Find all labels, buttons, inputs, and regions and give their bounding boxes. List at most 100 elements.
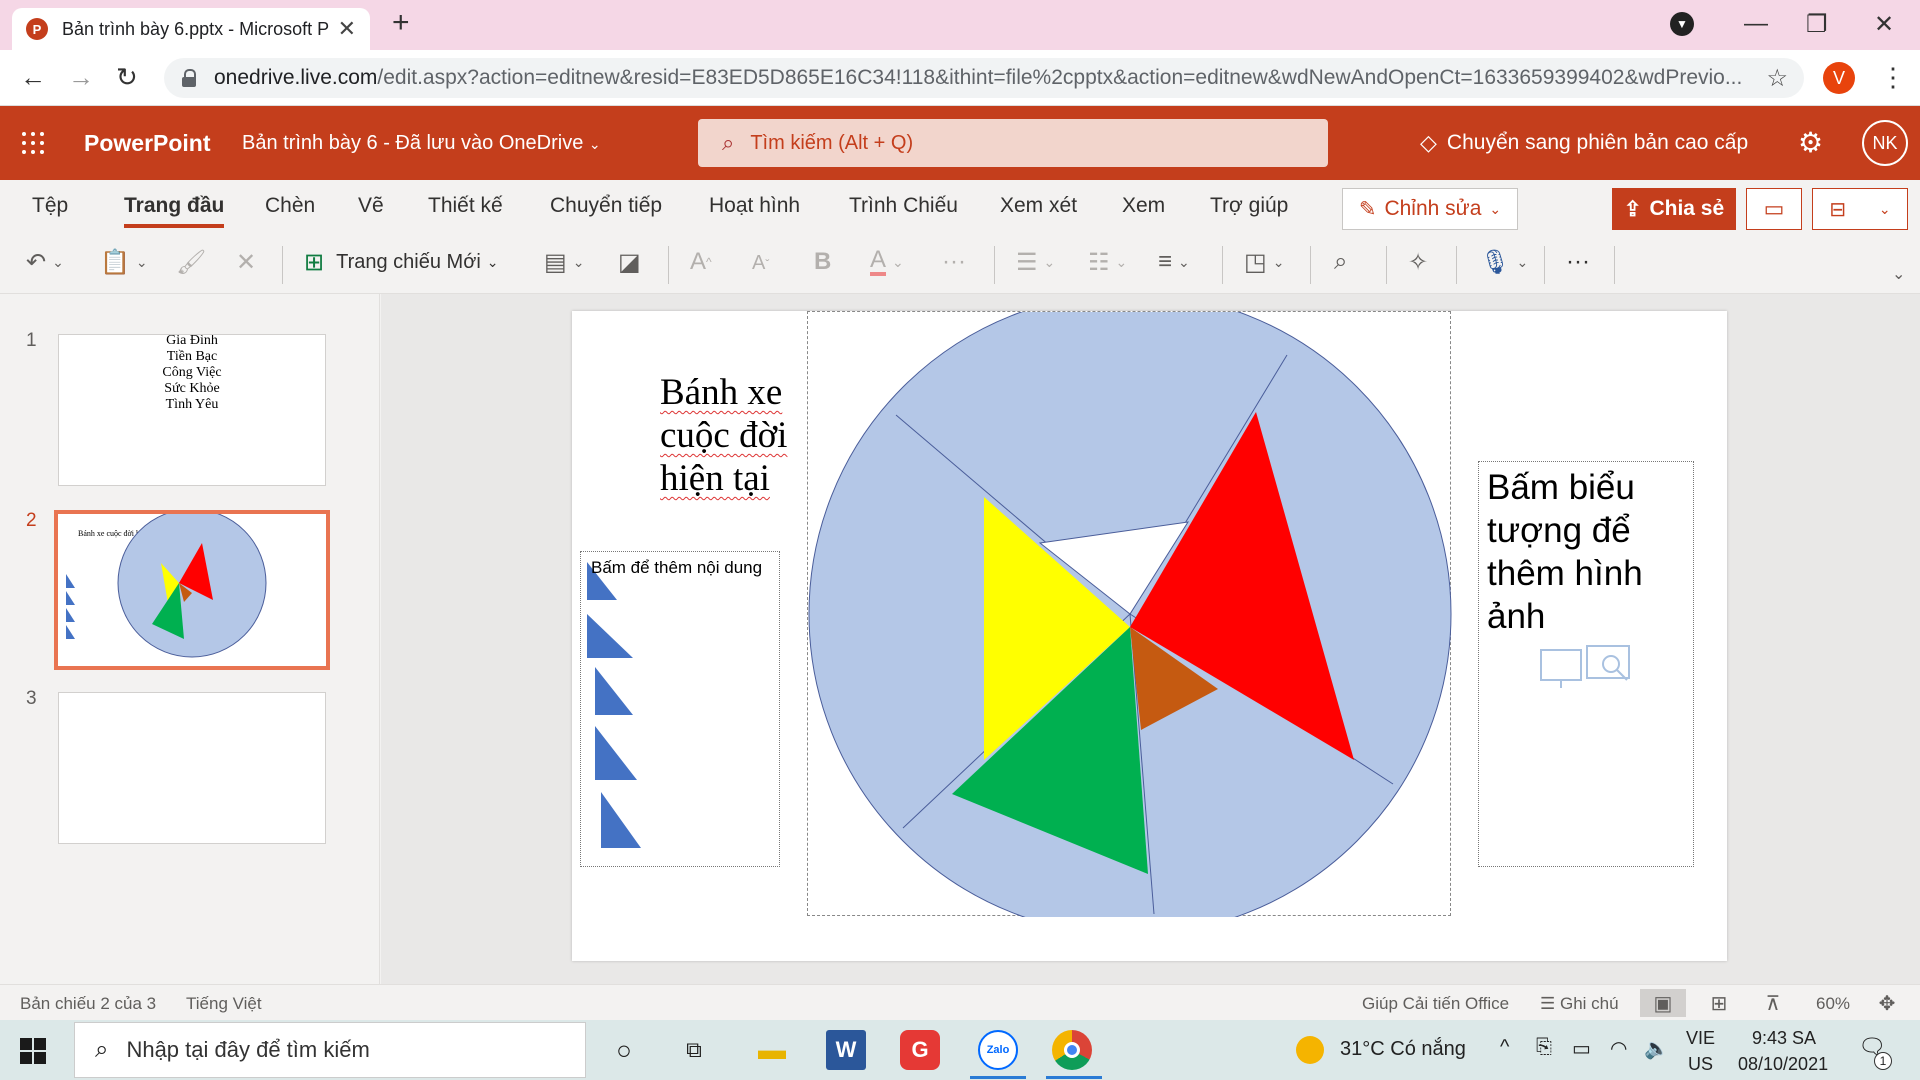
insert-picture-icon[interactable] [1537,642,1637,692]
taskbar-search-input[interactable]: ⌕ Nhập tại đây để tìm kiếm [74,1022,586,1078]
clock-time[interactable]: 9:43 SA [1752,1028,1816,1049]
undo-button[interactable]: ↶ ⌄ [26,248,64,277]
tab-close-icon[interactable]: ✕ [338,16,356,42]
weather-text[interactable]: 31°C Có nắng [1340,1038,1466,1061]
picture-placeholder[interactable]: Bấm biểu tượng để thêm hình ảnh [1478,461,1694,867]
edit-mode-button[interactable]: ✎ Chỉnh sửa ⌄ [1342,188,1518,230]
cortana-icon[interactable]: ○ [604,1030,644,1070]
slide-title[interactable]: Bánh xe cuộc đời hiện tại [660,371,787,500]
tab-view[interactable]: Xem [1122,194,1165,218]
more-font-options-button[interactable]: ··· [942,248,966,276]
word-icon[interactable]: W [826,1030,866,1070]
feedback-link[interactable]: Giúp Cải tiến Office [1362,994,1509,1014]
language-status[interactable]: Tiếng Việt [186,994,262,1014]
tab-review[interactable]: Xem xét [1000,194,1077,218]
user-avatar[interactable]: NK [1862,120,1908,166]
format-painter-button[interactable]: 🖌 [176,248,206,277]
input-language-bottom[interactable]: US [1688,1054,1713,1075]
document-title[interactable]: Bản trình bày 6 - Đã lưu vào OneDrive ⌄ [242,132,601,155]
slide-number: 2 [26,510,37,531]
content-placeholder[interactable]: Bấm để thêm nội dung [580,551,780,867]
tab-help[interactable]: Trợ giúp [1210,194,1288,218]
meet-now-icon[interactable]: ⎘ [1536,1036,1552,1059]
minimize-button[interactable]: — [1744,10,1768,38]
paste-button[interactable]: 📋 ⌄ [100,248,148,277]
more-commands-button[interactable]: ··· [1566,248,1590,276]
new-tab-button[interactable]: + [392,6,410,40]
slide-thumbnail-2[interactable]: Bánh xe cuộc đời hiện tại [54,510,330,670]
slide-sorter-button[interactable]: ⊞ [1696,989,1742,1017]
battery-icon[interactable]: ▭ [1572,1036,1591,1061]
garena-icon[interactable]: G [900,1030,940,1070]
file-explorer-icon[interactable]: ▬ [752,1030,792,1070]
back-arrow-icon[interactable]: ← [20,62,46,93]
address-bar: ← → ↻ onedrive.live.com/edit.aspx?action… [0,50,1920,106]
shrink-font-button[interactable]: Aˇ [752,252,769,275]
chrome-icon[interactable] [1052,1030,1092,1070]
close-window-button[interactable]: ✕ [1874,10,1894,39]
shapes-button[interactable]: ◳ ⌄ [1244,248,1284,277]
present-button[interactable]: ⊟ ⌄ [1812,188,1908,230]
share-button[interactable]: ⇪ Chia sẻ [1612,188,1736,230]
ribbon-collapse-icon[interactable]: ⌄ [1892,264,1905,284]
align-button[interactable]: ≡ ⌄ [1158,248,1190,276]
tab-slideshow[interactable]: Trình Chiếu [849,194,958,218]
numbering-button[interactable]: ☷ ⌄ [1088,248,1127,277]
tab-transitions[interactable]: Chuyển tiếp [550,194,662,218]
delete-button[interactable]: ✕ [236,248,256,277]
layout-button[interactable]: ▤ ⌄ [544,248,584,277]
premium-upgrade-link[interactable]: ◇ Chuyển sang phiên bản cao cấp [1420,130,1748,156]
browser-tab[interactable]: P Bản trình bày 6.pptx - Microsoft P ✕ [12,8,370,50]
bookmark-star-icon[interactable]: ☆ [1766,64,1788,93]
normal-view-button[interactable]: ▣ [1640,989,1686,1017]
zoom-level[interactable]: 60% [1816,994,1850,1014]
fit-to-window-button[interactable]: ✥ [1864,989,1910,1017]
slide-editor[interactable]: Bánh xe cuộc đời hiện tại Bấm để thêm nộ… [572,292,1727,961]
designer-button[interactable]: ✧ [1408,248,1428,277]
tab-animations[interactable]: Hoạt hình [709,194,800,218]
status-bar: Bản chiếu 2 của 3 Tiếng Việt Giúp Cải ti… [0,984,1920,1020]
reading-view-button[interactable]: ⊼ [1750,989,1796,1017]
tab-file[interactable]: Tệp [32,194,68,218]
tab-search-icon[interactable]: ▼ [1670,12,1694,36]
chevron-up-icon[interactable]: ^ [1500,1036,1509,1059]
undo-icon: ↶ [26,249,47,276]
bold-button[interactable]: B [814,248,831,276]
input-language-top[interactable]: VIE [1686,1028,1715,1049]
background-button[interactable]: ◪ [618,248,641,277]
clock-date[interactable]: 08/10/2021 [1738,1054,1828,1075]
comment-button[interactable]: ▭ [1746,188,1802,230]
settings-gear-icon[interactable]: ⚙ [1798,126,1823,159]
zalo-icon[interactable]: Zalo [978,1030,1018,1070]
wifi-icon[interactable]: ◠ [1610,1036,1627,1061]
app-name[interactable]: PowerPoint [84,130,211,157]
dictate-button[interactable]: 🎙 ⌄ [1480,248,1528,277]
reload-icon[interactable]: ↻ [116,62,138,93]
url-field[interactable]: onedrive.live.com/edit.aspx?action=editn… [164,58,1804,98]
task-view-icon[interactable]: ⧉ [674,1030,714,1070]
search-input[interactable]: ⌕ Tìm kiếm (Alt + Q) [698,119,1328,167]
volume-icon[interactable]: 🔈 [1644,1036,1669,1061]
notes-toggle[interactable]: ☰ Ghi chú [1540,994,1619,1014]
slide-thumbnail-3[interactable] [58,692,326,844]
forward-arrow-icon[interactable]: → [68,62,94,93]
search-placeholder: Tìm kiếm (Alt + Q) [750,131,914,154]
tab-design[interactable]: Thiết kế [428,194,503,218]
tab-home[interactable]: Trang đầu [124,194,225,228]
grow-font-button[interactable]: A ^ [690,248,712,276]
wheel-group-frame[interactable] [807,292,1452,936]
new-slide-button[interactable]: ⊞ Trang chiếu Mới ⌄ [304,248,499,277]
x-icon: ✕ [236,249,257,276]
windows-start-icon[interactable] [20,1038,46,1064]
app-launcher-icon[interactable] [22,132,44,154]
restore-button[interactable]: ❐ [1806,10,1828,39]
tab-draw[interactable]: Vẽ [358,194,384,218]
browser-profile-avatar[interactable]: V [1823,62,1855,94]
bullets-button[interactable]: ☰ ⌄ [1016,248,1055,277]
slide-thumbnail-1[interactable]: Gia Đình Tiền Bạc Công Việc Sức Khỏe Tìn… [58,334,326,486]
url-text: onedrive.live.com/edit.aspx?action=editn… [214,66,1743,89]
browser-menu-icon[interactable]: ⋮ [1880,62,1906,93]
find-button[interactable]: ⌕ [1334,248,1347,276]
tab-insert[interactable]: Chèn [265,194,315,218]
font-color-button[interactable]: A ⌄ [870,248,904,276]
